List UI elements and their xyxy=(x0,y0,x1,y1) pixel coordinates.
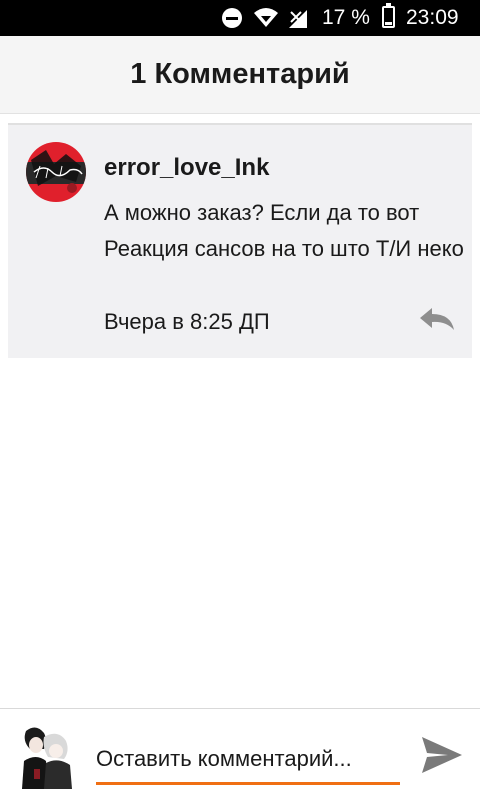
comment-author[interactable]: error_love_Ink xyxy=(104,153,269,183)
send-button[interactable] xyxy=(418,731,466,779)
avatar-image xyxy=(26,142,86,202)
comment-composer xyxy=(0,708,480,800)
user-avatar[interactable] xyxy=(14,723,74,789)
comment-text: А можно заказ? Если да то вот Реакция са… xyxy=(104,200,464,261)
battery-icon xyxy=(382,3,395,28)
avatar[interactable] xyxy=(26,142,86,202)
comment-input[interactable] xyxy=(96,735,400,785)
comment-timestamp: Вчера в 8:25 ДП xyxy=(104,309,270,334)
send-icon xyxy=(422,737,462,773)
comments-header: 1 Комментарий xyxy=(0,36,480,114)
reply-icon[interactable] xyxy=(418,305,458,333)
signal-icon xyxy=(289,10,307,28)
status-bar: 17 % 23:09 xyxy=(0,0,480,36)
battery-percentage: 17 % xyxy=(322,6,370,29)
page-title: 1 Комментарий xyxy=(130,58,350,90)
do-not-disturb-icon xyxy=(222,8,242,28)
comment-item[interactable]: error_love_Ink А можно заказ? Если да то… xyxy=(8,123,472,358)
wifi-icon xyxy=(254,8,278,27)
clock: 23:09 xyxy=(406,6,459,29)
